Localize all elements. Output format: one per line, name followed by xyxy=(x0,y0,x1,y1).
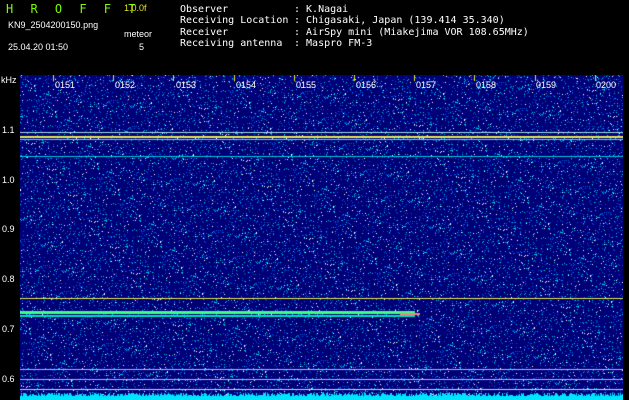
antenna-label: Receiving antenna xyxy=(180,38,283,49)
spectrogram-canvas xyxy=(20,75,623,400)
time-tick: 0152 xyxy=(115,80,136,90)
count-label: 5 xyxy=(139,42,145,52)
time-tick: 0157 xyxy=(416,80,437,90)
y-unit-label: kHz xyxy=(1,75,17,85)
version-label: 1.0.0f xyxy=(124,3,147,13)
time-tick: 0159 xyxy=(536,80,557,90)
filename-label: KN9_2504200150.png xyxy=(8,20,99,30)
freq-tick: 1.1 xyxy=(2,125,15,135)
time-tick: 0156 xyxy=(356,80,377,90)
time-tick: 0154 xyxy=(236,80,257,90)
datetime-label: 25.04.20 01:50 xyxy=(8,42,69,52)
spectrogram-plot[interactable] xyxy=(20,75,623,400)
location-label: Receiving Location xyxy=(180,15,289,26)
app-title: H R O F F T xyxy=(6,2,141,16)
location-value: : Chigasaki, Japan (139.414 35.340) xyxy=(294,15,505,26)
freq-tick: 0.9 xyxy=(2,224,15,234)
receiver-label: Receiver xyxy=(180,27,229,38)
time-tick: 0155 xyxy=(296,80,317,90)
observer-value: : K.Nagai xyxy=(294,4,349,15)
freq-tick: 0.8 xyxy=(2,274,15,284)
freq-tick: 0.7 xyxy=(2,324,15,334)
receiver-value: : AirSpy mini (Miakejima VOR 108.65MHz) xyxy=(294,27,529,38)
antenna-value: : Maspro FM-3 xyxy=(294,38,373,49)
time-tick: 0158 xyxy=(476,80,497,90)
time-tick: 0151 xyxy=(55,80,76,90)
observer-label: Observer xyxy=(180,4,229,15)
freq-tick: 1.0 xyxy=(2,175,15,185)
freq-tick: 0.6 xyxy=(2,374,15,384)
time-tick: 0200 xyxy=(596,80,617,90)
time-tick: 0153 xyxy=(176,80,197,90)
mode-label: meteor xyxy=(124,29,153,39)
